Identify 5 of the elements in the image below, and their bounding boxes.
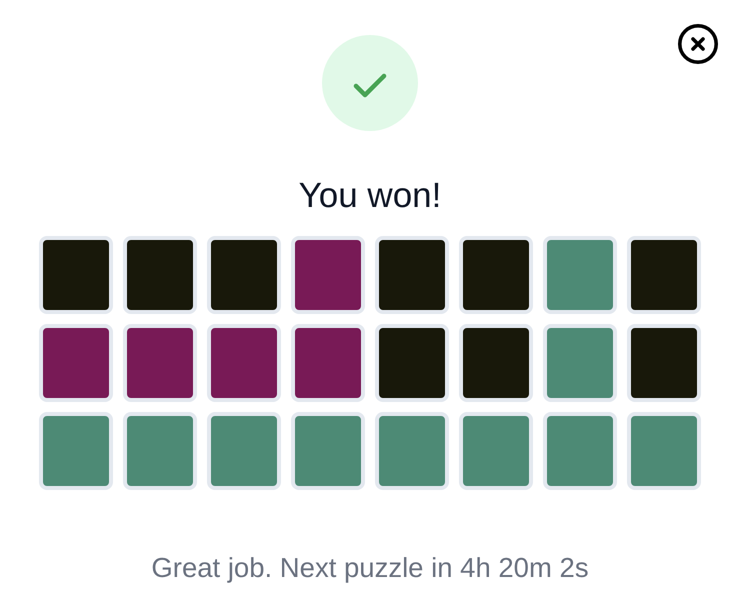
result-title: You won! bbox=[298, 176, 442, 216]
next-puzzle-message: Great job. Next puzzle in 4h 20m 2s bbox=[151, 552, 589, 584]
close-button[interactable] bbox=[678, 24, 718, 64]
success-check-icon bbox=[322, 35, 418, 131]
close-icon bbox=[678, 24, 718, 64]
